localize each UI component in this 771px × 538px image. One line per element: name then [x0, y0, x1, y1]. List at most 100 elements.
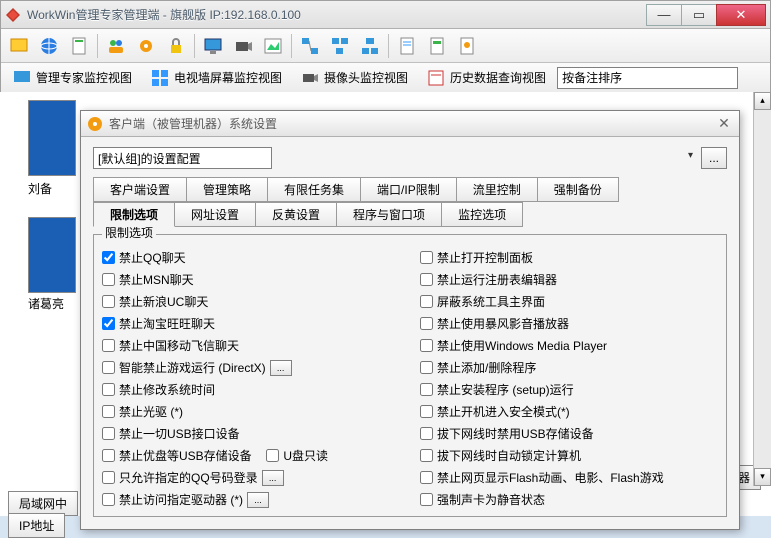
sort-select[interactable]: [557, 67, 738, 89]
camera-view-icon: [300, 68, 320, 88]
lbl-drive-block: 禁止访问指定驱动器 (*): [119, 491, 243, 508]
lbl-mute: 强制声卡为静音状态: [437, 491, 545, 508]
chk-drive-block[interactable]: [102, 493, 115, 506]
config-browse-button[interactable]: ...: [701, 147, 727, 169]
chk-mute[interactable]: [420, 493, 433, 506]
window-title: WorkWin管理专家管理端 - 旗舰版 IP:192.168.0.100: [27, 6, 301, 23]
dialog-close-button[interactable]: ✕: [715, 115, 733, 132]
network-icon-3[interactable]: [356, 32, 384, 60]
scroll-up-button[interactable]: ▴: [754, 92, 771, 110]
client-thumbnail-1[interactable]: [28, 100, 76, 176]
restrict-fieldset: 限制选项 禁止QQ聊天 禁止MSN聊天 禁止新浪UC聊天 禁止淘宝旺旺聊天 禁止…: [93, 226, 727, 517]
options-right-column: 禁止打开控制面板 禁止运行注册表编辑器 屏蔽系统工具主界面 禁止使用暴风影音播放…: [420, 249, 718, 508]
chk-wangwang[interactable]: [102, 317, 115, 330]
chk-cdrom[interactable]: [102, 405, 115, 418]
camera-view-label: 摄像头监控视图: [324, 69, 408, 86]
chk-feixin[interactable]: [102, 339, 115, 352]
globe-icon[interactable]: [35, 32, 63, 60]
options-grid: 禁止QQ聊天 禁止MSN聊天 禁止新浪UC聊天 禁止淘宝旺旺聊天 禁止中国移动飞…: [102, 249, 718, 508]
lbl-cdrom: 禁止光驱 (*): [119, 403, 183, 420]
chk-netoff-usb[interactable]: [420, 427, 433, 440]
chk-wmp[interactable]: [420, 339, 433, 352]
toolbar-icon-1[interactable]: [5, 32, 33, 60]
network-icon-1[interactable]: [296, 32, 324, 60]
config-select[interactable]: [93, 147, 272, 169]
chk-usb-storage[interactable]: [102, 449, 115, 462]
lbl-sinauc: 禁止新浪UC聊天: [119, 293, 208, 310]
dialog-titlebar[interactable]: 客户端（被管理机器）系统设置 ✕: [81, 111, 739, 137]
lbl-qq-whitelist: 只允许指定的QQ号码登录: [119, 469, 258, 486]
chk-all-usb[interactable]: [102, 427, 115, 440]
network-icon-2[interactable]: [326, 32, 354, 60]
doc-icon-3[interactable]: [453, 32, 481, 60]
doc-icon-1[interactable]: [393, 32, 421, 60]
tab-port-ip[interactable]: 端口/IP限制: [360, 177, 457, 202]
chk-safemode[interactable]: [420, 405, 433, 418]
users-icon[interactable]: [102, 32, 130, 60]
tab-monitor-opts[interactable]: 监控选项: [441, 202, 523, 227]
toolbar-separator: [388, 34, 389, 58]
lock-icon[interactable]: [162, 32, 190, 60]
options-left-column: 禁止QQ聊天 禁止MSN聊天 禁止新浪UC聊天 禁止淘宝旺旺聊天 禁止中国移动飞…: [102, 249, 400, 508]
chk-qq-whitelist[interactable]: [102, 471, 115, 484]
scroll-down-button[interactable]: ▾: [754, 468, 771, 486]
history-view-button[interactable]: 历史数据查询视图: [419, 65, 553, 91]
btn-drive-block-more[interactable]: ...: [247, 492, 269, 508]
tab-policy[interactable]: 管理策略: [186, 177, 268, 202]
minimize-button[interactable]: —: [646, 4, 682, 26]
config-select-row: ...: [93, 147, 727, 169]
page-icon[interactable]: [65, 32, 93, 60]
client-thumbnail-2[interactable]: [28, 217, 76, 293]
tvwall-view-button[interactable]: 电视墙屏幕监控视图: [143, 65, 289, 91]
btn-directx-more[interactable]: ...: [270, 360, 292, 376]
monitor-view-icon: [12, 68, 32, 88]
chk-msn[interactable]: [102, 273, 115, 286]
chk-systools[interactable]: [420, 295, 433, 308]
tvwall-view-icon: [150, 68, 170, 88]
lbl-addremove: 禁止添加/删除程序: [437, 359, 536, 376]
chk-ctrlpanel[interactable]: [420, 251, 433, 264]
lbl-setup: 禁止安装程序 (setup)运行: [437, 381, 574, 398]
window-buttons: — ▭ ✕: [647, 4, 766, 26]
doc-icon-2[interactable]: [423, 32, 451, 60]
tab-client-settings[interactable]: 客户端设置: [93, 177, 187, 202]
tab-progwin[interactable]: 程序与窗口项: [336, 202, 442, 227]
chk-qq[interactable]: [102, 251, 115, 264]
chk-directx[interactable]: [102, 361, 115, 374]
lbl-netoff-usb: 拔下网线时禁用USB存储设备: [437, 425, 594, 442]
tab-traffic[interactable]: 流里控制: [456, 177, 538, 202]
chk-addremove[interactable]: [420, 361, 433, 374]
scroll-track[interactable]: [754, 110, 771, 468]
lbl-netoff-lock: 拔下网线时自动锁定计算机: [437, 447, 581, 464]
chk-usb-readonly[interactable]: [266, 449, 279, 462]
tab-antiyellow[interactable]: 反黄设置: [255, 202, 337, 227]
client-thumbnails: 刘备 诸葛亮: [28, 100, 76, 312]
chk-systime[interactable]: [102, 383, 115, 396]
maximize-button[interactable]: ▭: [681, 4, 717, 26]
chk-sinauc[interactable]: [102, 295, 115, 308]
tab-tasks[interactable]: 有限任务集: [267, 177, 361, 202]
camera-view-button[interactable]: 摄像头监控视图: [293, 65, 415, 91]
close-button[interactable]: ✕: [716, 4, 766, 26]
chk-flash[interactable]: [420, 471, 433, 484]
bottom-tab-ip[interactable]: IP地址: [8, 513, 65, 538]
picture-icon[interactable]: [259, 32, 287, 60]
chk-netoff-lock[interactable]: [420, 449, 433, 462]
chk-baofeng[interactable]: [420, 317, 433, 330]
tab-url[interactable]: 网址设置: [174, 202, 256, 227]
chk-setup[interactable]: [420, 383, 433, 396]
lbl-feixin: 禁止中国移动飞信聊天: [119, 337, 239, 354]
tab-backup[interactable]: 强制备份: [537, 177, 619, 202]
gear-icon[interactable]: [132, 32, 160, 60]
monitor-view-label: 管理专家监控视图: [36, 69, 132, 86]
btn-qq-whitelist-more[interactable]: ...: [262, 470, 284, 486]
camera-icon[interactable]: [229, 32, 257, 60]
chk-regedit[interactable]: [420, 273, 433, 286]
tabs-row-1: 客户端设置 管理策略 有限任务集 端口/IP限制 流里控制 强制备份: [93, 177, 727, 202]
lbl-all-usb: 禁止一切USB接口设备: [119, 425, 240, 442]
monitor-view-button[interactable]: 管理专家监控视图: [5, 65, 139, 91]
monitor-icon[interactable]: [199, 32, 227, 60]
tab-restrict[interactable]: 限制选项: [93, 202, 175, 227]
vertical-scrollbar[interactable]: ▴ ▾: [753, 92, 771, 486]
toolbar-separator: [194, 34, 195, 58]
